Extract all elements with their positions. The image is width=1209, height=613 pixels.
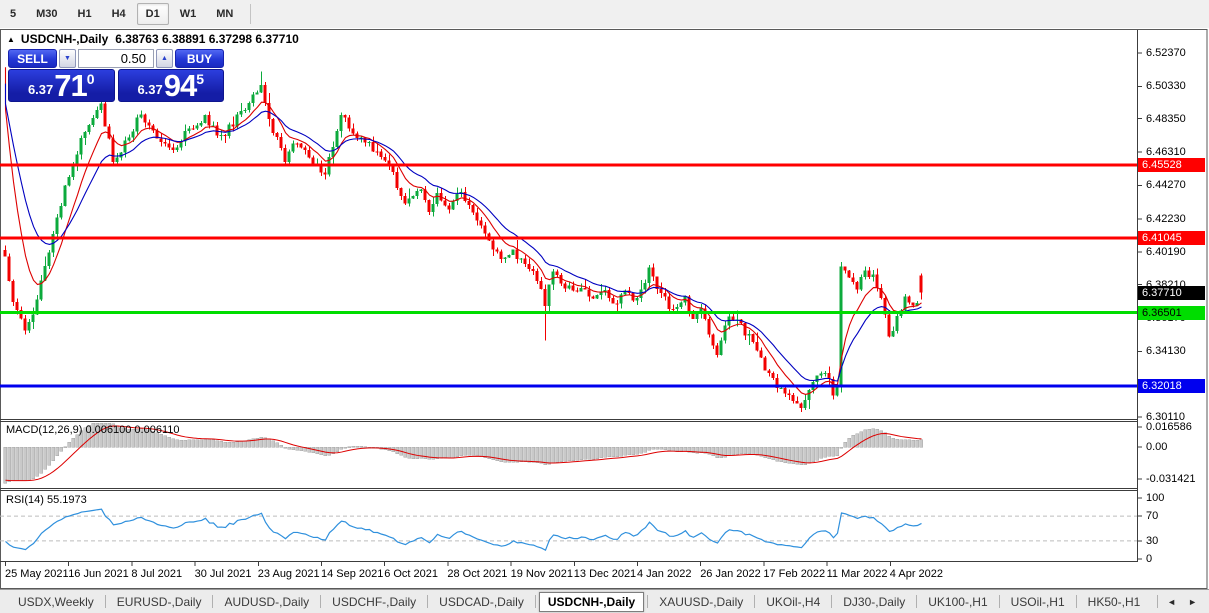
sell-button[interactable]: SELL [8,49,57,68]
price-chart-canvas[interactable] [0,28,1209,589]
chart-tab-dj30-[interactable]: DJ30-,Daily [835,592,913,612]
sell-price-big: 71 [54,71,86,100]
price-tick-label: 6.50330 [1146,80,1186,92]
rsi-axis-label: 70 [1146,510,1158,522]
rsi-axis-label: 0 [1146,553,1152,565]
price-tick-label: 6.42230 [1146,213,1186,225]
one-click-panel-toggle-icon[interactable]: ▲ [7,35,15,44]
price-tick-label: 6.34130 [1146,345,1186,357]
date-label: 30 Jul 2021 [195,568,252,580]
macd-axis-label: -0.031421 [1146,473,1196,485]
date-label: 19 Nov 2021 [511,568,573,580]
chart-tab-usoil-[interactable]: USOil-,H1 [1003,592,1073,612]
timeframe-m30[interactable]: M30 [27,3,66,25]
tab-divider [1076,595,1077,608]
lot-decrease-button[interactable]: ▼ [59,49,76,68]
tab-divider [916,595,917,608]
chart-symbol-period: USDCNH-,Daily [21,32,108,46]
sell-price-sup: 0 [87,71,95,87]
price-badge: 6.41045 [1138,231,1205,245]
price-tick-label: 6.44270 [1146,179,1186,191]
timeframe-d1[interactable]: D1 [137,3,169,25]
timeframe-w1[interactable]: W1 [171,3,206,25]
chart-tab-eurusd-[interactable]: EURUSD-,Daily [109,592,210,612]
tab-divider [105,595,106,608]
price-badge: 6.45528 [1138,158,1205,172]
chart-tab-xauusd-[interactable]: XAUUSD-,Daily [651,592,751,612]
buy-price-prefix: 6.37 [137,82,162,97]
chart-title-bar: ▲ USDCNH-,Daily 6.38763 6.38891 6.37298 … [7,32,299,46]
date-label: 4 Apr 2022 [890,568,943,580]
tab-divider [320,595,321,608]
chart-tab-usdx[interactable]: USDX,Weekly [10,592,102,612]
timeframe-toolbar: 5M30H1H4D1W1MN [0,0,1209,28]
timeframe-h1[interactable]: H1 [69,3,101,25]
tab-divider [535,595,536,608]
tab-divider [212,595,213,608]
timeframe-5[interactable]: 5 [1,3,25,25]
date-label: 11 Mar 2022 [827,568,888,580]
chart-tab-hk50-[interactable]: HK50-,H1 [1080,592,1149,612]
buy-price-big: 94 [164,71,196,100]
date-label: 28 Oct 2021 [447,568,507,580]
date-label: 26 Jan 2022 [700,568,761,580]
price-tick-label: 6.46310 [1146,146,1186,158]
buy-button[interactable]: BUY [175,49,224,68]
buy-price-sup: 5 [196,71,204,87]
tab-divider [754,595,755,608]
chart-tab-bar: USDX,Weekly EURUSD-,Daily AUDUSD-,Daily USD… [0,589,1209,613]
date-label: 6 Oct 2021 [384,568,438,580]
rsi-indicator-label: RSI(14) 55.1973 [6,494,87,506]
date-label: 17 Feb 2022 [763,568,825,580]
price-badge: 6.32018 [1138,379,1205,393]
rsi-axis-label: 100 [1146,492,1164,504]
price-tick-label: 6.52370 [1146,47,1186,59]
price-badge: 6.37710 [1138,286,1205,300]
lot-increase-button[interactable]: ▲ [156,49,173,68]
lot-size-input[interactable]: 0.50 [78,49,154,68]
tab-divider [1157,595,1158,608]
price-tick-label: 6.40190 [1146,246,1186,258]
date-label: 13 Dec 2021 [574,568,636,580]
chart-tab-usdchf-[interactable]: USDCHF-,Daily [324,592,424,612]
tab-divider [427,595,428,608]
sell-quote-box[interactable]: 6.37 71 0 [8,69,115,102]
chart-tab-uk100-[interactable]: UK100-,H1 [920,592,995,612]
chart-tab-usdcnh-[interactable]: USDCNH-,Daily [539,592,644,612]
chart-tab-usdcad-[interactable]: USDCAD-,Daily [431,592,532,612]
date-label: 23 Aug 2021 [258,568,320,580]
one-click-trade-panel: SELL ▼ 0.50 ▲ BUY 6.37 71 0 6.37 94 5 [8,49,224,102]
chart-ohlc-values: 6.38763 6.38891 6.37298 6.37710 [115,32,299,46]
timeframe-mn[interactable]: MN [207,3,242,25]
tab-divider [647,595,648,608]
tab-divider [831,595,832,608]
chart-tab-audusd-[interactable]: AUDUSD-,Daily [216,592,317,612]
macd-indicator-label: MACD(12,26,9) 0.006100 0.006110 [6,424,179,436]
rsi-axis-label: 30 [1146,535,1158,547]
buy-quote-box[interactable]: 6.37 94 5 [118,69,225,102]
chart-tab-ukoil-[interactable]: UKOil-,H4 [758,592,828,612]
date-label: 25 May 2021 [5,568,69,580]
macd-axis-label: 0.016586 [1146,421,1192,433]
toolbar-separator [250,4,251,24]
date-label: 4 Jan 2022 [637,568,691,580]
price-badge: 6.36501 [1138,306,1205,320]
date-label: 16 Jun 2021 [68,568,129,580]
timeframe-h4[interactable]: H4 [103,3,135,25]
tab-scroll-right-button[interactable]: ► [1182,595,1203,609]
tab-divider [999,595,1000,608]
sell-price-prefix: 6.37 [28,82,53,97]
date-label: 14 Sep 2021 [321,568,383,580]
date-label: 8 Jul 2021 [131,568,182,580]
macd-axis-label: 0.00 [1146,441,1167,453]
price-tick-label: 6.48350 [1146,113,1186,125]
tab-scroll-left-button[interactable]: ◄ [1161,595,1182,609]
